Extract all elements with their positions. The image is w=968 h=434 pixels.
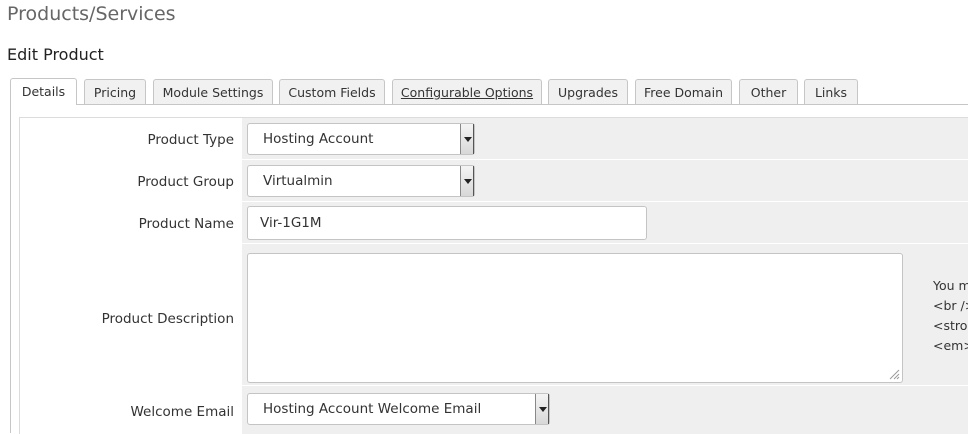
product-group-label: Product Group: [137, 174, 234, 190]
tab-module-settings[interactable]: Module Settings: [153, 79, 273, 104]
tab-custom-fields[interactable]: Custom Fields: [279, 79, 385, 104]
page-title: Products/Services: [7, 3, 176, 25]
tab-other[interactable]: Other: [739, 79, 798, 104]
product-name-input[interactable]: Vir-1G1M: [247, 206, 647, 240]
welcome-email-select[interactable]: Hosting Account Welcome Email: [247, 393, 550, 425]
chevron-down-icon: [460, 166, 474, 196]
tab-pricing[interactable]: Pricing: [84, 79, 146, 104]
tab-configurable-options[interactable]: Configurable Options: [392, 79, 542, 104]
welcome-email-row: Welcome Email Hosting Account Welcome Em…: [20, 386, 968, 434]
tab-free-domain[interactable]: Free Domain: [635, 79, 732, 104]
product-type-row: Product Type Hosting Account: [20, 118, 968, 160]
details-panel: Product Type Hosting Account Product Gro…: [10, 105, 968, 434]
product-description-label: Product Description: [101, 311, 234, 327]
tab-details[interactable]: Details: [10, 78, 77, 105]
product-description-row: Product Description You m <br /> <stron …: [20, 244, 968, 386]
welcome-email-label: Welcome Email: [130, 404, 235, 420]
product-group-select[interactable]: Virtualmin: [247, 165, 475, 197]
tab-upgrades[interactable]: Upgrades: [548, 79, 628, 104]
product-type-select[interactable]: Hosting Account: [247, 123, 475, 155]
product-description-textarea[interactable]: [247, 253, 903, 383]
chevron-down-icon: [460, 124, 474, 154]
product-name-label: Product Name: [138, 216, 234, 232]
description-hint: You m <br /> <stron <em>: [933, 278, 968, 353]
product-name-row: Product Name Vir-1G1M: [20, 202, 968, 244]
product-type-label: Product Type: [147, 132, 234, 148]
product-group-row: Product Group Virtualmin: [20, 160, 968, 202]
product-form: Product Type Hosting Account Product Gro…: [19, 117, 968, 434]
chevron-down-icon: [535, 394, 549, 424]
tab-links[interactable]: Links: [804, 79, 858, 104]
resize-grip-icon[interactable]: [888, 368, 900, 380]
section-title: Edit Product: [7, 45, 104, 64]
